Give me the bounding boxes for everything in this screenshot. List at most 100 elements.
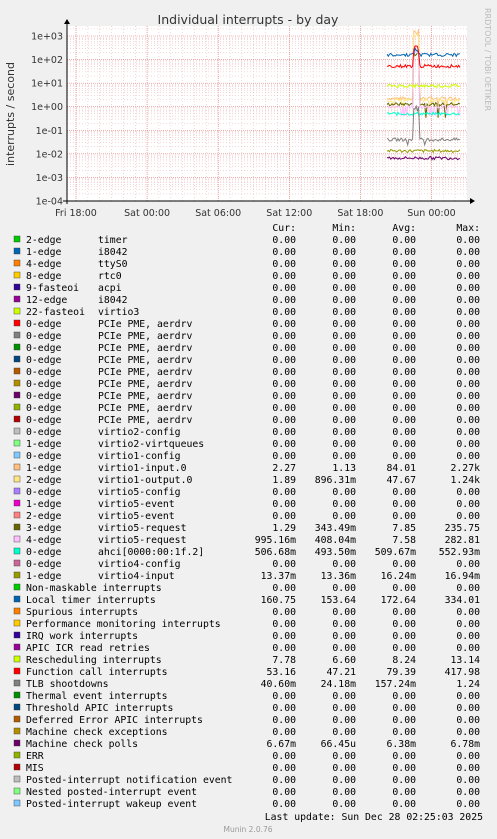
legend-label: 1-edge: [26, 463, 61, 474]
legend-value-cur: 0.00: [272, 703, 296, 714]
legend-value-min: 0.00: [332, 763, 356, 774]
legend-value-max: 0.00: [456, 643, 480, 654]
legend-description: i8042: [98, 295, 128, 306]
legend-value-min: 0.00: [332, 799, 356, 810]
legend-value-cur: 0.00: [272, 751, 296, 762]
legend-value-avg: 0.00: [392, 259, 416, 270]
legend-value-min: 0.00: [332, 691, 356, 702]
legend-value-min: 0.00: [332, 775, 356, 786]
legend-label: 0-edge: [26, 391, 61, 402]
legend-value-avg: 0.00: [392, 487, 416, 498]
legend-value-max: 0.00: [456, 763, 480, 774]
legend-description: PCIe PME, aerdrv: [98, 367, 192, 378]
legend-label: ERR: [26, 751, 44, 762]
legend-label: 0-edge: [26, 415, 61, 426]
legend-value-min: 0.00: [332, 403, 356, 414]
legend-value-max: 0.00: [456, 499, 480, 510]
legend-value-cur: 13.37m: [261, 571, 296, 582]
legend-value-cur: 0.00: [272, 331, 296, 342]
legend-value-min: 0.00: [332, 319, 356, 330]
legend-swatch: [13, 799, 21, 807]
chart-title: Individual interrupts - by day: [158, 12, 340, 27]
legend-value-cur: 0.00: [272, 631, 296, 642]
legend-value-avg: 7.58: [392, 535, 416, 546]
legend-value-max: 0.00: [456, 559, 480, 570]
legend-value-min: 0.00: [332, 247, 356, 258]
x-tick-label: Sat 06:00: [195, 208, 241, 219]
legend-swatch: [13, 259, 21, 267]
legend-value-max: 0.00: [456, 355, 480, 366]
legend-value-avg: 0.00: [392, 727, 416, 738]
legend-value-min: 0.00: [332, 487, 356, 498]
legend-description: ttyS0: [98, 259, 128, 270]
legend-label: 1-edge: [26, 499, 61, 510]
legend-swatch: [13, 235, 21, 243]
legend-swatch: [13, 715, 21, 723]
y-tick-label: 1e+02: [31, 55, 63, 66]
legend-value-min: 0.00: [332, 619, 356, 630]
legend-value-max: 0.00: [456, 715, 480, 726]
legend-value-cur: 0.00: [272, 727, 296, 738]
legend-value-avg: 509.67m: [375, 547, 416, 558]
y-axis-label: interrupts / second: [4, 62, 17, 166]
legend-swatch: [13, 319, 21, 327]
legend-value-cur: 0.00: [272, 511, 296, 522]
legend-value-avg: 0.00: [392, 295, 416, 306]
legend-value-cur: 0.00: [272, 259, 296, 270]
y-tick-label: 1e-01: [36, 126, 63, 137]
legend-label: 0-edge: [26, 547, 61, 558]
legend-swatch: [13, 451, 21, 459]
y-tick-label: 1e-02: [36, 149, 63, 160]
legend-description: virtio5-config: [98, 487, 181, 498]
legend-label: 4-edge: [26, 535, 61, 546]
legend-value-max: 0.00: [456, 775, 480, 786]
legend-description: i8042: [98, 247, 128, 258]
legend-value-cur: 0.00: [272, 403, 296, 414]
legend-value-avg: 0.00: [392, 763, 416, 774]
y-tick-label: 1e+03: [31, 32, 63, 43]
legend-value-min: 0.00: [332, 715, 356, 726]
legend-value-avg: 0.00: [392, 427, 416, 438]
legend-label: 0-edge: [26, 379, 61, 390]
y-tick-label: 1e+00: [31, 102, 63, 113]
legend-swatch: [13, 547, 21, 555]
legend-value-avg: 0.00: [392, 643, 416, 654]
legend-value-avg: 172.64: [381, 595, 416, 606]
legend-value-min: 0.00: [332, 787, 356, 798]
legend-label: APIC ICR read retries: [26, 643, 150, 654]
legend-swatch: [13, 247, 21, 255]
legend-label: MIS: [26, 763, 44, 774]
legend-value-min: 0.00: [332, 307, 356, 318]
legend-value-avg: 0.00: [392, 343, 416, 354]
legend-swatch: [13, 415, 21, 423]
legend-value-avg: 0.00: [392, 367, 416, 378]
legend-value-min: 896.31m: [315, 475, 356, 486]
legend-value-cur: 0.00: [272, 487, 296, 498]
legend-swatch: [13, 655, 21, 663]
legend-value-max: 0.00: [456, 703, 480, 714]
legend-value-min: 0.00: [332, 559, 356, 570]
legend-value-cur: 0.00: [272, 775, 296, 786]
legend-value-max: 0.00: [456, 427, 480, 438]
legend-value-avg: 0.00: [392, 751, 416, 762]
legend-value-cur: 0.00: [272, 799, 296, 810]
legend-swatch: [13, 427, 21, 435]
legend-swatch: [13, 667, 21, 675]
legend-value-cur: 2.27: [272, 463, 296, 474]
legend-label: Machine check polls: [26, 739, 138, 750]
legend-value-min: 0.00: [332, 643, 356, 654]
legend-value-max: 0.00: [456, 235, 480, 246]
munin-graph: 1e-04 1e-03 1e-02 1e-01 1e+00 1e+01 1e+02 1e+03…: [4, 8, 492, 834]
legend-swatch: [13, 391, 21, 399]
legend-value-avg: 0.00: [392, 499, 416, 510]
legend-value-min: 153.64: [321, 595, 356, 606]
legend-value-min: 493.50m: [315, 547, 356, 558]
legend-value-cur: 0.00: [272, 607, 296, 618]
legend-value-max: 0.00: [456, 787, 480, 798]
legend-description: PCIe PME, aerdrv: [98, 331, 192, 342]
legend-swatch: [13, 571, 21, 579]
legend-value-max: 1.24k: [451, 475, 481, 486]
legend-swatch: [13, 583, 21, 591]
legend-description: virtio4-input: [98, 571, 175, 582]
legend-value-avg: 79.39: [387, 667, 417, 678]
